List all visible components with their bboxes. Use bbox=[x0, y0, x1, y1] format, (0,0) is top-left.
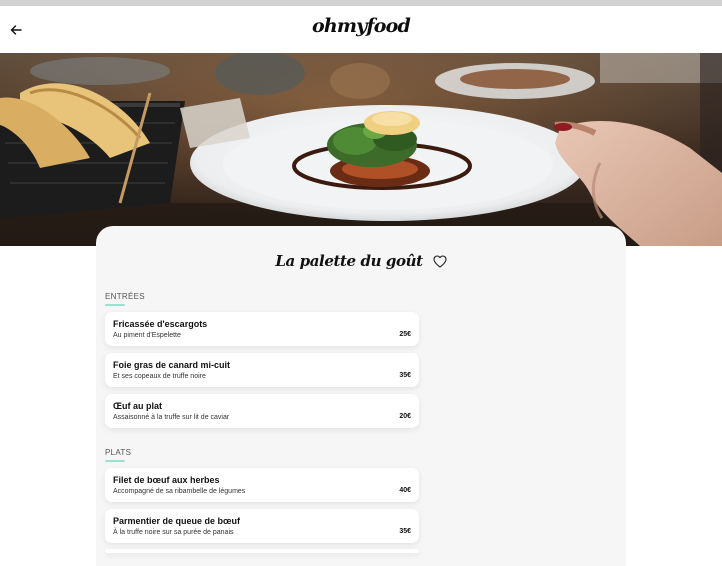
section-plats: PLATS bbox=[105, 448, 429, 462]
hero-image bbox=[0, 53, 722, 246]
dish-description: Et ses copeaux de truffe noire bbox=[113, 373, 206, 380]
dish-price: 25€ bbox=[399, 331, 411, 338]
dish-name: Foie gras de canard mi-cuit bbox=[113, 360, 231, 370]
dish-card[interactable]: Filet de bœuf aux herbes Accompagné de s… bbox=[105, 468, 419, 502]
dish-description: Assaisonné à la truffe sur lit de caviar bbox=[113, 414, 230, 421]
dish-price: 35€ bbox=[399, 528, 411, 535]
section-entrees: ENTRÉES bbox=[105, 292, 429, 306]
logo[interactable]: ohmyfood bbox=[0, 15, 722, 37]
dish-card-partial[interactable] bbox=[105, 549, 419, 553]
dish-description: Au piment d'Espelette bbox=[113, 332, 181, 339]
header: ohmyfood bbox=[0, 6, 722, 53]
dish-name: Parmentier de queue de bœuf bbox=[113, 516, 241, 526]
section-label: PLATS bbox=[105, 448, 132, 457]
dish-name: Fricassée d'escargots bbox=[113, 319, 208, 329]
dish-price: 40€ bbox=[399, 487, 411, 494]
heart-outline-icon bbox=[433, 254, 447, 268]
dish-description: Accompagné de sa ribambelle de légumes bbox=[113, 488, 246, 495]
restaurant-name: La palette du goût bbox=[275, 252, 423, 270]
favorite-button[interactable] bbox=[433, 254, 447, 268]
dish-description: À la truffe noire sur sa purée de panais bbox=[113, 529, 234, 536]
dish-name: Œuf au plat bbox=[113, 401, 162, 411]
section-label: ENTRÉES bbox=[105, 292, 145, 301]
restaurant-title-row: La palette du goût bbox=[96, 252, 626, 270]
dish-name: Filet de bœuf aux herbes bbox=[113, 475, 220, 485]
section-underline bbox=[105, 460, 125, 462]
dish-price: 20€ bbox=[399, 413, 411, 420]
dish-card[interactable]: Fricassée d'escargots Au piment d'Espele… bbox=[105, 312, 419, 346]
dish-card[interactable]: Œuf au plat Assaisonné à la truffe sur l… bbox=[105, 394, 419, 428]
dish-card[interactable]: Foie gras de canard mi-cuit Et ses copea… bbox=[105, 353, 419, 387]
dish-price: 35€ bbox=[399, 372, 411, 379]
dish-card[interactable]: Parmentier de queue de bœuf À la truffe … bbox=[105, 509, 419, 543]
section-underline bbox=[105, 304, 125, 306]
